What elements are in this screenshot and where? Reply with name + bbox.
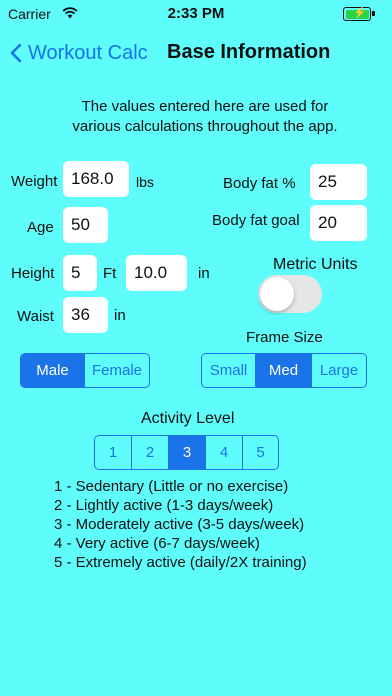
activity-description-2: 2 - Lightly active (1-3 days/week) [54,497,274,514]
activity-level-segmented-control: 1 2 3 4 5 [94,435,279,470]
metric-units-toggle[interactable] [258,275,322,313]
age-label: Age [27,219,54,236]
activity-description-4: 4 - Very active (6-7 days/week) [54,535,260,552]
back-button[interactable]: Workout Calc [10,40,148,66]
frame-small-segment[interactable]: Small [202,354,256,387]
activity-description-5: 5 - Extremely active (daily/2X training) [54,554,307,571]
height-feet-unit: Ft [103,265,117,282]
frame-large-segment[interactable]: Large [312,354,366,387]
weight-field[interactable] [63,161,129,197]
frame-med-segment[interactable]: Med [256,354,312,387]
body-fat-input[interactable] [318,172,367,192]
status-bar: Carrier 2:33 PM ⚡ [0,0,392,28]
weight-unit: lbs [136,174,154,190]
battery-tip [372,11,375,16]
chevron-left-icon [10,43,22,63]
intro-text: The values entered here are used for var… [40,97,370,137]
weight-input[interactable] [71,169,129,189]
gender-male-segment[interactable]: Male [21,354,85,387]
frame-size-segmented-control: Small Med Large [201,353,367,388]
body-fat-field[interactable] [310,164,367,200]
activity-description-1: 1 - Sedentary (Little or no exercise) [54,478,289,495]
intro-line-2: various calculations throughout the app. [72,118,338,135]
activity-level-label: Activity Level [141,410,235,427]
waist-field[interactable] [63,297,108,333]
toggle-knob[interactable] [260,277,294,311]
waist-input[interactable] [71,305,108,325]
gender-female-segment[interactable]: Female [85,354,149,387]
frame-size-label: Frame Size [246,329,323,346]
height-feet-field[interactable] [63,255,97,291]
waist-unit: in [114,307,126,324]
body-fat-goal-label: Body fat goal [212,212,300,229]
body-fat-label: Body fat % [223,175,296,192]
activity-segment-5[interactable]: 5 [243,436,278,469]
waist-label: Waist [17,308,54,325]
intro-line-1: The values entered here are used for [81,98,329,115]
height-inches-input[interactable] [134,263,187,283]
height-inches-field[interactable] [126,255,187,291]
age-input[interactable] [71,215,108,235]
activity-description-list: 1 - Sedentary (Little or no exercise) 2 … [54,477,307,572]
weight-label: Weight [11,173,58,190]
height-label: Height [11,265,55,282]
body-fat-goal-field[interactable] [310,205,367,241]
activity-segment-3[interactable]: 3 [169,436,206,469]
status-time: 2:33 PM [167,5,225,22]
activity-segment-1[interactable]: 1 [95,436,132,469]
height-inches-unit: in [198,265,210,282]
back-button-label: Workout Calc [28,41,148,64]
metric-units-label: Metric Units [273,256,358,273]
height-feet-input[interactable] [71,263,97,283]
age-field[interactable] [63,207,108,243]
gender-segmented-control: Male Female [20,353,150,388]
page-title: Base Information [167,41,331,63]
activity-description-3: 3 - Moderately active (3-5 days/week) [54,516,305,533]
navigation-bar: Workout Calc Base Information [0,28,392,78]
battery-icon: ⚡ [343,7,371,21]
activity-segment-2[interactable]: 2 [132,436,169,469]
activity-segment-4[interactable]: 4 [206,436,243,469]
body-fat-goal-input[interactable] [318,213,367,233]
